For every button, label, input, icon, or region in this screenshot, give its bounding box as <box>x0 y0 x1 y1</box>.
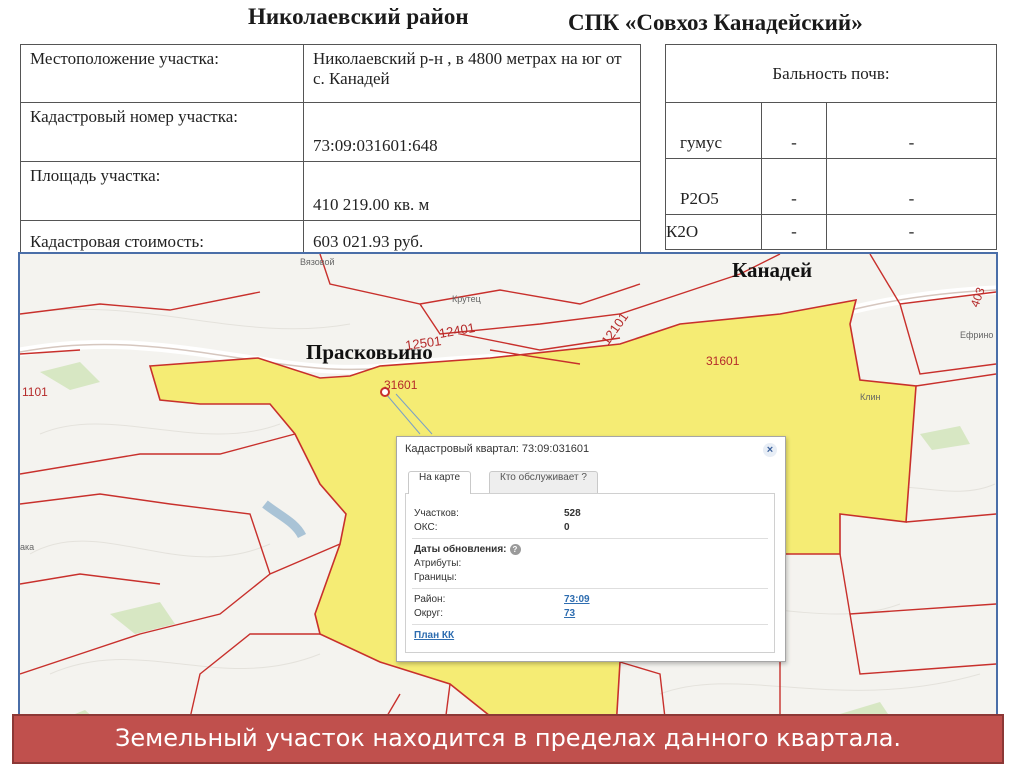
soil-name: Р2О5 <box>665 158 762 215</box>
village-kanadey: Канадей <box>732 258 813 282</box>
oks-value: 0 <box>564 522 570 533</box>
area-label: Площадь участка: <box>20 161 304 221</box>
soil-value: - <box>826 102 997 159</box>
update-dates-heading: Даты обновления:? <box>414 544 521 555</box>
village-praskovyino: Прасковьино <box>306 340 433 364</box>
place-krutets: Крутец <box>452 294 481 304</box>
table-row: Р2О5 - - <box>665 158 997 215</box>
update-dates-label: Даты обновления: <box>414 544 507 555</box>
parcel-label-main: 31601 <box>384 378 418 392</box>
conclusion-banner: Земельный участок находится в пределах д… <box>12 714 1004 764</box>
block-label-1101: 1101 <box>22 385 48 399</box>
table-row: Площадь участка: 410 219.00 кв. м <box>20 161 641 221</box>
table-row: Местоположение участка: Николаевский р-н… <box>20 44 641 103</box>
divider <box>412 538 768 539</box>
district-title: Николаевский район <box>248 4 469 29</box>
location-value: Николаевский р-н , в 4800 метрах на юг о… <box>303 44 641 103</box>
table-row: гумус - - <box>665 102 997 159</box>
region-link[interactable]: 73:09 <box>564 594 590 605</box>
parcels-label: Участков: <box>414 508 459 519</box>
soil-name: гумус <box>665 102 762 159</box>
borders-label: Границы: <box>414 572 457 583</box>
place-efrino: Ефрино <box>960 330 994 340</box>
cadastral-number-label: Кадастровый номер участка: <box>20 102 304 162</box>
oks-label: ОКС: <box>414 522 438 533</box>
place-klin: Клин <box>860 392 881 402</box>
cadastral-map[interactable]: 12401 12501 12101 403 Канадей Прасковьин… <box>18 252 998 764</box>
divider <box>412 624 768 625</box>
table-row: Бальность почв: <box>665 44 997 103</box>
soil-score-table: Бальность почв: гумус - - Р2О5 - - К2О -… <box>665 44 997 250</box>
parcel-info-table: Местоположение участка: Николаевский р-н… <box>20 44 641 264</box>
popup-body: Участков: 528 ОКС: 0 Даты обновления:? А… <box>405 493 775 653</box>
help-icon[interactable]: ? <box>509 544 521 555</box>
plan-kk-link[interactable]: План КК <box>414 630 454 641</box>
tab-on-map[interactable]: На карте <box>408 471 472 494</box>
table-row: Кадастровый номер участка: 73:09:031601:… <box>20 102 641 162</box>
attributes-label: Атрибуты: <box>414 558 462 569</box>
okrug-label: Округ: <box>414 608 444 619</box>
close-icon[interactable]: × <box>763 443 777 457</box>
cadastral-number-value: 73:09:031601:648 <box>303 102 641 162</box>
cadastral-block-popup: Кадастровый квартал: 73:09:031601 × На к… <box>396 436 786 662</box>
location-label: Местоположение участка: <box>20 44 304 103</box>
tab-who-serves[interactable]: Кто обслуживает ? <box>489 471 598 494</box>
soil-header: Бальность почв: <box>665 44 997 103</box>
soil-name: К2О <box>665 214 762 250</box>
divider <box>412 588 768 589</box>
soil-value: - <box>826 214 997 250</box>
area-value: 410 219.00 кв. м <box>303 161 641 221</box>
place-ka: ака <box>20 542 35 552</box>
popup-title: Кадастровый квартал: 73:09:031601 <box>405 443 590 455</box>
parcel-label-east: 31601 <box>706 354 740 368</box>
table-row: К2О - - <box>665 214 997 250</box>
farm-title: СПК «Совхоз Канадейский» <box>568 10 863 35</box>
soil-value: - <box>761 102 827 159</box>
place-vyazovoy: Вязовой <box>300 257 335 267</box>
region-label: Район: <box>414 594 446 605</box>
parcels-value: 528 <box>564 508 581 519</box>
soil-value: - <box>826 158 997 215</box>
okrug-link[interactable]: 73 <box>564 608 575 619</box>
soil-value: - <box>761 214 827 250</box>
soil-value: - <box>761 158 827 215</box>
